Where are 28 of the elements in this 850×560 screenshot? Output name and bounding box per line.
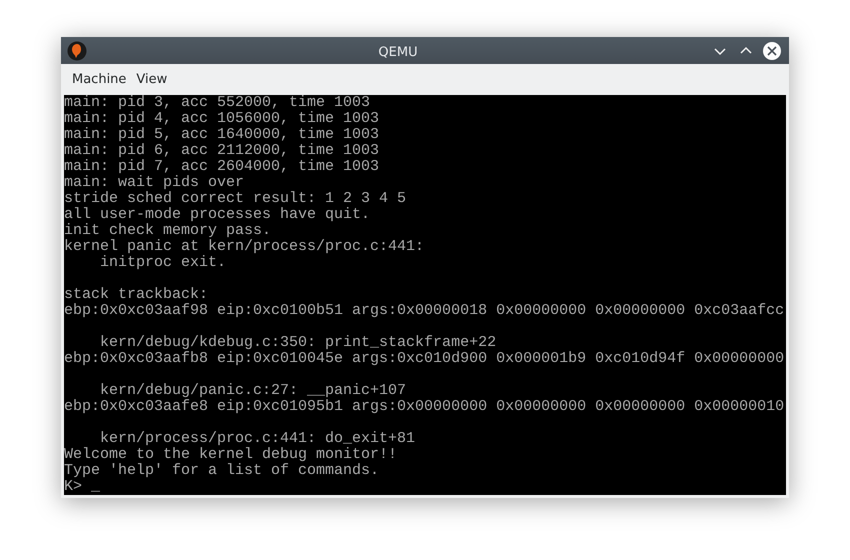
console-line: ebp:0x0xc03aafb8 eip:0xc010045e args:0xc010d900 0x000001b9 0xc010d94f 0x00000000 [64, 351, 784, 367]
console-line: stack trackback: [64, 287, 208, 303]
console-line: ebp:0x0xc03aaf98 eip:0xc0100b51 args:0x00000018 0x00000000 0x00000000 0xc03aafcc [64, 303, 784, 319]
console-line: kern/debug/kdebug.c:350: print_stackframe+22 [99, 335, 496, 351]
close-icon [762, 40, 782, 60]
console-line: kernel panic at kern/process/proc.c:441: [64, 239, 424, 255]
console-line: ebp:0x0xc03aafe8 eip:0xc01095b1 args:0x00000000 0x00000000 0x00000000 0x00000010 [64, 399, 784, 415]
console-line: initproc exit. [99, 255, 226, 271]
console-line: main: pid 5, acc 1640000, time 1003 [64, 127, 380, 143]
console-line: Type 'help' for a list of commands. [64, 463, 380, 479]
console-line: Welcome to the kernel debug monitor!! [64, 447, 398, 463]
console-line: init check memory pass. [64, 223, 272, 239]
menu-item[interactable]: Machine [67, 68, 132, 92]
console-line: kern/process/proc.c:441: do_exit+81 [99, 431, 416, 447]
close-button[interactable] [761, 40, 783, 62]
console-line: main: pid 7, acc 2604000, time 1003 [64, 159, 380, 175]
console-line: main: pid 4, acc 1056000, time 1003 [64, 111, 380, 127]
text-cursor: _ [91, 479, 100, 495]
menu-item[interactable]: View [131, 68, 172, 92]
console-line: stride sched correct result: 1 2 3 4 5 [64, 191, 406, 207]
command-prompt: K> [64, 479, 82, 495]
window-title: QEMU [378, 44, 418, 60]
console-line: all user-mode processes have quit. [64, 207, 370, 223]
console-line: main: wait pids over [64, 175, 244, 191]
console-line: main: pid 3, acc 552000, time 1003 [64, 95, 370, 111]
console-line: main: pid 6, acc 2112000, time 1003 [64, 143, 380, 159]
app-logo-icon [67, 40, 87, 60]
console-line: kern/debug/panic.c:27: __panic+107 [99, 383, 406, 399]
